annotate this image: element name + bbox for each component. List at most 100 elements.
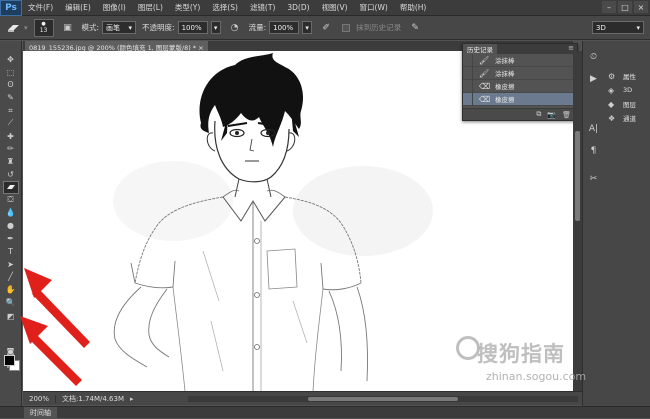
horizontal-scrollbar-thumb[interactable] — [308, 397, 458, 401]
history-panel-icon[interactable]: ⏲ — [586, 49, 602, 65]
erase-to-history-checkbox[interactable] — [342, 23, 351, 32]
menu-help[interactable]: 帮助(H) — [394, 2, 433, 13]
pressure-opacity-icon[interactable]: ◔ — [227, 20, 243, 36]
airbrush-icon[interactable]: ✐ — [318, 20, 334, 36]
zoom-tool-icon[interactable]: 🔍 — [3, 296, 19, 309]
close-button[interactable]: × — [634, 1, 648, 13]
menu-view[interactable]: 视图(V) — [316, 2, 354, 13]
window-controls: – □ × — [602, 1, 648, 13]
crop-tool-icon[interactable]: ⌗ — [3, 104, 19, 117]
history-snapshot-box[interactable] — [463, 66, 473, 80]
opacity-label: 不透明度: — [142, 23, 175, 32]
type-tool-icon[interactable]: T — [3, 245, 19, 258]
vertical-scrollbar-thumb[interactable] — [575, 131, 580, 221]
zoom-level[interactable]: 200% — [23, 394, 57, 403]
marquee-tool-icon[interactable]: ⬚ — [3, 66, 19, 79]
quick-select-tool-icon[interactable]: ✎ — [3, 91, 19, 104]
flow-dropdown[interactable]: ▾ — [302, 21, 313, 34]
history-snapshot-box[interactable] — [463, 92, 473, 106]
dock-panel-channels[interactable]: ❖ 通道 — [604, 111, 650, 125]
brush-tool-icon[interactable]: ✏ — [3, 143, 19, 156]
vertical-scrollbar[interactable] — [573, 51, 582, 391]
foreground-color-swatch[interactable] — [4, 355, 15, 366]
dock-panel-properties[interactable]: ⚙ 属性 — [604, 69, 650, 83]
camera-snapshot-icon[interactable]: 📷 — [547, 111, 556, 119]
horizontal-scrollbar[interactable] — [188, 396, 578, 402]
tools-panel: ✥ ⬚ ʘ ✎ ⌗ ⟋ ✚ ✏ ♜ ↺ ⛋ 💧 ● ✒ T ➤ ╱ ✋ 🔍 ◩ … — [0, 41, 22, 406]
eraser-icon: ⌫ — [479, 81, 491, 91]
paint-bucket-tool-icon[interactable]: ⛋ — [3, 194, 19, 207]
trash-icon[interactable]: 🗑 — [562, 111, 571, 119]
channels-icon: ❖ — [608, 113, 616, 123]
menu-select[interactable]: 选择(S) — [206, 2, 244, 13]
character-panel-icon[interactable]: A| — [586, 121, 602, 137]
mode-label: 模式: — [81, 23, 100, 32]
history-item[interactable]: 🖌 涂抹棒 — [463, 66, 577, 80]
history-item-active[interactable]: ⌫ 橡皮擦 — [463, 92, 577, 106]
eraser-icon: ⌫ — [479, 94, 491, 104]
brush-icon: 🖌 — [479, 55, 490, 65]
chevron-down-icon: ▾ — [128, 23, 133, 32]
dock-icon-strip: ⏲ ▶ A| ¶ ✂ — [582, 41, 604, 406]
timeline-bar: 时间轴 — [0, 406, 650, 419]
pressure-size-icon[interactable]: ✎ — [407, 20, 423, 36]
workspace-select[interactable]: 3D ▾ — [592, 21, 644, 34]
eraser-tool-icon[interactable] — [2, 180, 19, 194]
move-tool-icon[interactable]: ✥ — [3, 53, 19, 66]
mode-select[interactable]: 画笔 ▾ — [102, 21, 137, 34]
history-snapshot-box[interactable] — [463, 53, 473, 67]
history-brush-tool-icon[interactable]: ↺ — [3, 168, 19, 181]
hand-tool-icon[interactable]: ✋ — [3, 283, 19, 296]
brush-icon: 🖌 — [479, 68, 490, 78]
history-snapshot-box[interactable] — [463, 79, 473, 93]
flow-input[interactable]: 100% — [269, 21, 300, 34]
line-tool-icon[interactable]: ╱ — [3, 271, 19, 284]
menu-file[interactable]: 文件(F) — [22, 2, 59, 13]
properties-icon: ⚙ — [608, 71, 616, 81]
layers-icon: ◆ — [608, 99, 615, 109]
history-item[interactable]: ⌫ 橡皮擦 — [463, 79, 577, 93]
eyedropper-tool-icon[interactable]: ⟋ — [3, 117, 19, 130]
menu-type[interactable]: 类型(Y) — [169, 2, 206, 13]
chevron-right-icon[interactable]: ▸ — [130, 395, 134, 403]
chevron-down-icon[interactable]: ▾ — [24, 24, 28, 32]
menu-3d[interactable]: 3D(D) — [281, 3, 315, 12]
tool-presets-icon[interactable]: ✂ — [586, 171, 602, 187]
pen-tool-icon[interactable]: ✒ — [3, 232, 19, 245]
brush-size-picker[interactable]: ● 13 — [33, 18, 54, 37]
eraser-tool-icon[interactable] — [6, 20, 22, 36]
history-tab[interactable]: 历史记录 — [463, 44, 497, 54]
dock-panel-label: 通道 — [623, 115, 636, 123]
path-selection-tool-icon[interactable]: ➤ — [3, 258, 19, 271]
dock-panel-layers[interactable]: ◆ 图层 — [604, 97, 650, 111]
history-item-label: 橡皮擦 — [495, 96, 515, 104]
clone-stamp-tool-icon[interactable]: ♜ — [3, 155, 19, 168]
menu-edit[interactable]: 编辑(E) — [59, 2, 97, 13]
dock-panel-label: 3D — [623, 86, 633, 94]
default-colors-icon[interactable]: ◩ — [3, 309, 19, 325]
opacity-input[interactable]: 100% — [177, 21, 208, 34]
menu-window[interactable]: 窗口(W) — [354, 2, 394, 13]
document-size[interactable]: 文档:1.74M/4.63M — [56, 394, 130, 404]
dock-panel-3d[interactable]: ◈ 3D — [604, 83, 650, 97]
dock-panels: ⚙ 属性 ◈ 3D ◆ 图层 ❖ 通道 — [604, 41, 650, 406]
menu-layer[interactable]: 图层(L) — [132, 2, 169, 13]
menu-filter[interactable]: 滤镜(T) — [244, 2, 281, 13]
history-item-label: 橡皮擦 — [495, 83, 515, 91]
brush-panel-toggle-icon[interactable]: ▣ — [60, 20, 76, 36]
maximize-button[interactable]: □ — [618, 1, 632, 13]
history-item[interactable]: 🖌 涂抹棒 — [463, 53, 577, 67]
minimize-button[interactable]: – — [602, 1, 616, 13]
menu-image[interactable]: 图像(I) — [97, 2, 132, 13]
lasso-tool-icon[interactable]: ʘ — [3, 79, 19, 92]
actions-panel-icon[interactable]: ▶ — [586, 71, 602, 87]
new-document-from-state-icon[interactable]: ⧉ — [536, 110, 541, 119]
history-item-label: 涂抹棒 — [495, 57, 515, 65]
paragraph-panel-icon[interactable]: ¶ — [586, 143, 602, 159]
opacity-dropdown[interactable]: ▾ — [210, 21, 221, 34]
blur-tool-icon[interactable]: 💧 — [3, 207, 19, 220]
document-tab[interactable]: 0819_155236.jpg @ 200% (颜色填充 1, 图层蒙版/8) … — [25, 41, 208, 52]
dodge-tool-icon[interactable]: ● — [3, 219, 19, 232]
healing-brush-tool-icon[interactable]: ✚ — [3, 130, 19, 143]
timeline-tab[interactable]: 时间轴 — [24, 407, 57, 419]
